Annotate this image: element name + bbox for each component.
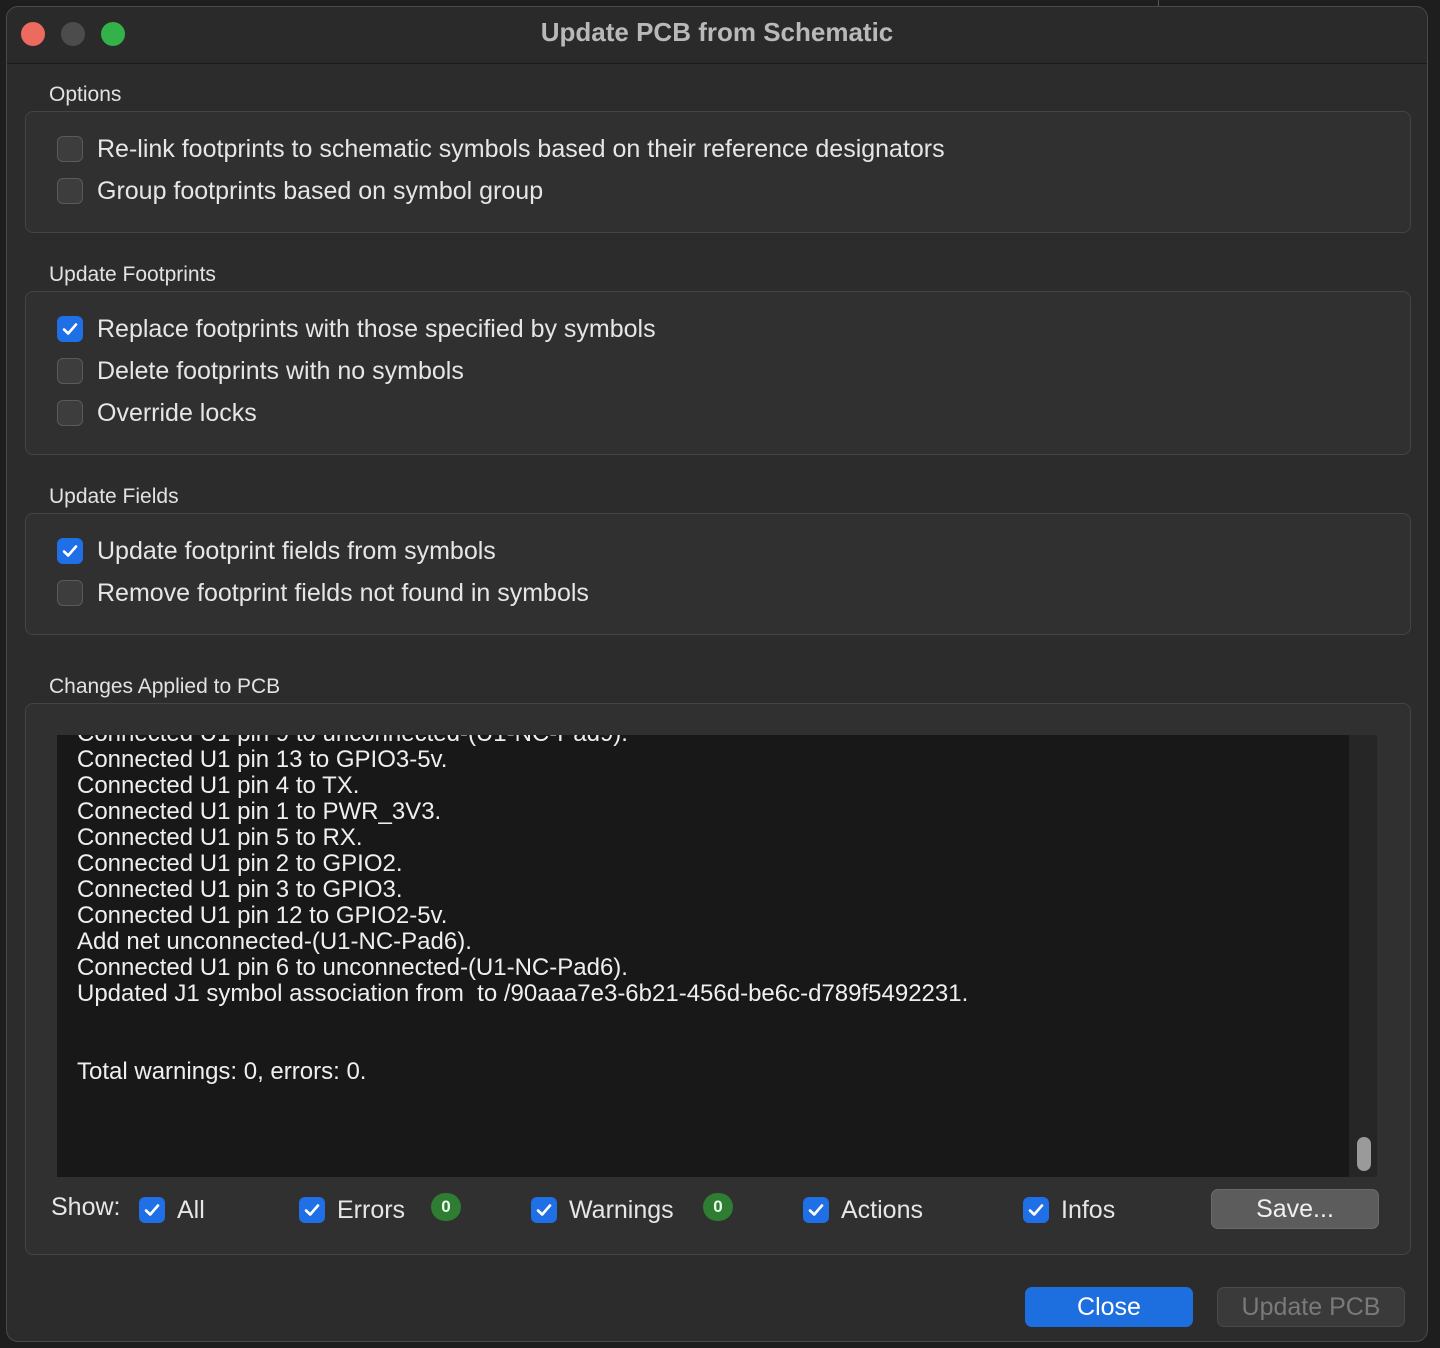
save-button[interactable]: Save... [1211, 1189, 1379, 1229]
log-line: Updated J1 symbol association from to /9… [77, 980, 969, 1007]
log-line: Connected U1 pin 2 to GPIO2. [77, 850, 403, 877]
filter-errors-label: Errors [337, 1195, 406, 1224]
log-scrollbar-thumb[interactable] [1357, 1137, 1371, 1171]
checkmark-icon [536, 1204, 552, 1216]
group-footprints-checkbox[interactable] [57, 178, 83, 204]
filter-warnings[interactable]: Warnings [531, 1195, 674, 1225]
options-group [25, 111, 1411, 233]
group-footprints-option[interactable]: Group footprints based on symbol group [57, 176, 543, 206]
option-label: Update footprint fields from symbols [97, 536, 496, 565]
filter-actions-checkbox[interactable] [803, 1197, 829, 1223]
filter-all-checkbox[interactable] [139, 1197, 165, 1223]
errors-count-badge: 0 [431, 1193, 461, 1221]
update-fields-checkbox[interactable] [57, 538, 83, 564]
changes-section-label: Changes Applied to PCB [49, 675, 281, 698]
filter-warnings-label: Warnings [569, 1195, 674, 1224]
filter-actions[interactable]: Actions [803, 1195, 923, 1225]
filter-all-label: All [177, 1195, 205, 1224]
option-label: Group footprints based on symbol group [97, 176, 544, 205]
checkmark-icon [1028, 1204, 1044, 1216]
log-line: Connected U1 pin 6 to unconnected-(U1-NC… [77, 954, 628, 981]
log-scrollbar[interactable] [1349, 735, 1377, 1177]
update-pcb-dialog: Update PCB from Schematic Options Re-lin… [6, 6, 1428, 1342]
filter-infos-checkbox[interactable] [1023, 1197, 1049, 1223]
filter-errors-checkbox[interactable] [299, 1197, 325, 1223]
option-label: Delete footprints with no symbols [97, 356, 464, 385]
window-title: Update PCB from Schematic [540, 17, 894, 47]
remove-fields-option[interactable]: Remove footprint fields not found in sym… [57, 578, 589, 608]
changes-log[interactable]: Connected U1 pin 9 to unconnected-(U1-NC… [57, 735, 1349, 1177]
update-pcb-button[interactable]: Update PCB [1217, 1287, 1405, 1327]
log-line: Add net unconnected-(U1-NC-Pad6). [77, 928, 472, 955]
update-fields-option[interactable]: Update footprint fields from symbols [57, 536, 496, 566]
update-footprints-section-label: Update Footprints [49, 263, 216, 286]
delete-footprints-option[interactable]: Delete footprints with no symbols [57, 356, 464, 386]
override-locks-checkbox[interactable] [57, 400, 83, 426]
replace-footprints-checkbox[interactable] [57, 316, 83, 342]
option-label: Override locks [97, 398, 257, 427]
checkmark-icon [62, 323, 78, 335]
remove-fields-checkbox[interactable] [57, 580, 83, 606]
filter-errors[interactable]: Errors [299, 1195, 405, 1225]
changes-log-content: Connected U1 pin 9 to unconnected-(U1-NC… [77, 735, 1349, 1085]
log-line: Connected U1 pin 1 to PWR_3V3. [77, 798, 442, 825]
log-line: Connected U1 pin 5 to RX. [77, 824, 363, 851]
filter-infos-label: Infos [1061, 1195, 1116, 1224]
title-bar: Update PCB from Schematic [7, 7, 1427, 64]
checkmark-icon [808, 1204, 824, 1216]
checkmark-icon [304, 1204, 320, 1216]
checkmark-icon [62, 545, 78, 557]
filter-actions-label: Actions [841, 1195, 923, 1224]
filter-warnings-checkbox[interactable] [531, 1197, 557, 1223]
log-line: Connected U1 pin 3 to GPIO3. [77, 876, 403, 903]
override-locks-option[interactable]: Override locks [57, 398, 257, 428]
filter-all[interactable]: All [139, 1195, 205, 1225]
log-line: Connected U1 pin 4 to TX. [77, 772, 360, 799]
log-line: Connected U1 pin 13 to GPIO3-5v. [77, 746, 448, 773]
show-label: Show: [51, 1193, 121, 1221]
replace-footprints-option[interactable]: Replace footprints with those specified … [57, 314, 656, 344]
log-line: Connected U1 pin 12 to GPIO2-5v. [77, 902, 448, 929]
option-label: Replace footprints with those specified … [97, 314, 656, 343]
relink-footprints-checkbox[interactable] [57, 136, 83, 162]
log-line: Total warnings: 0, errors: 0. [77, 1058, 367, 1085]
option-label: Re-link footprints to schematic symbols … [97, 134, 945, 163]
checkmark-icon [144, 1204, 160, 1216]
update-fields-group [25, 513, 1411, 635]
close-button[interactable]: Close [1025, 1287, 1193, 1327]
warnings-count-badge: 0 [703, 1193, 733, 1221]
filter-infos[interactable]: Infos [1023, 1195, 1115, 1225]
options-section-label: Options [49, 83, 122, 106]
delete-footprints-checkbox[interactable] [57, 358, 83, 384]
option-label: Remove footprint fields not found in sym… [97, 578, 589, 607]
update-fields-section-label: Update Fields [49, 485, 179, 508]
relink-footprints-option[interactable]: Re-link footprints to schematic symbols … [57, 134, 945, 164]
